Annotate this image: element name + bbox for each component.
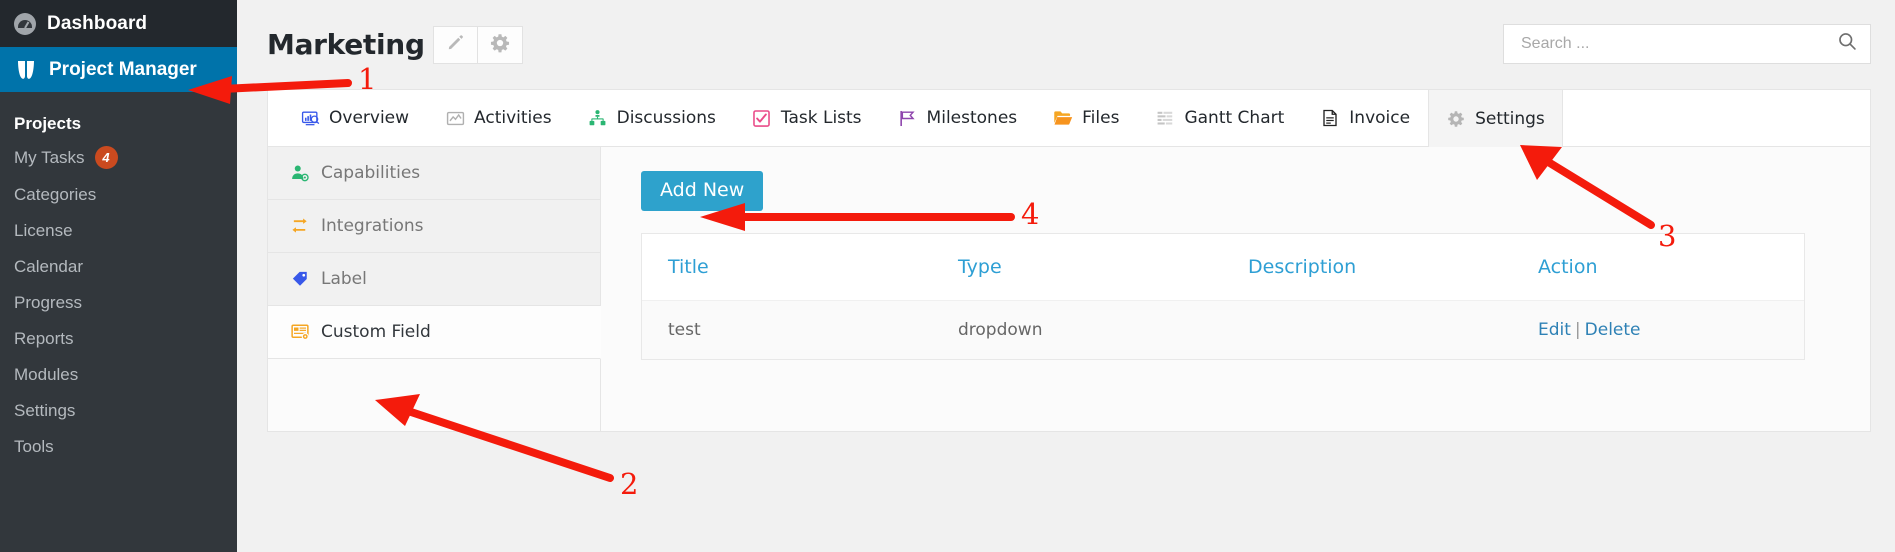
sidebar-item-project-manager-label: Project Manager (49, 58, 197, 80)
pencil-icon (446, 33, 465, 57)
sidebar-item-tools[interactable]: Tools (0, 429, 237, 465)
sidebar-item-progress[interactable]: Progress (0, 285, 237, 321)
gantt-bars-icon (1155, 108, 1175, 128)
sidebar-item-label: Categories (14, 185, 97, 204)
subnav-item-label[interactable]: Label (268, 253, 600, 306)
column-header-description[interactable]: Description (1222, 233, 1512, 301)
subnav-item-custom-field[interactable]: Custom Field (268, 306, 601, 359)
sidebar-item-calendar[interactable]: Calendar (0, 249, 237, 285)
cell-description (1222, 300, 1512, 359)
edit-link[interactable]: Edit (1538, 320, 1571, 340)
gear-icon (1446, 109, 1466, 129)
tab-settings[interactable]: Settings (1428, 89, 1563, 148)
tab-gantt-chart[interactable]: Gantt Chart (1137, 89, 1302, 147)
edit-project-button[interactable] (433, 26, 478, 64)
sync-arrows-icon (290, 216, 310, 236)
sidebar-item-label: Tools (14, 437, 54, 456)
custom-field-content: Add New Title Type Description Action te… (601, 147, 1870, 431)
sidebar-item-my-tasks[interactable]: My Tasks 4 (0, 138, 237, 177)
sidebar-item-label: Reports (14, 329, 74, 348)
custom-fields-table-card: Title Type Description Action test dropd… (641, 232, 1805, 360)
tab-label: Invoice (1349, 108, 1411, 128)
tab-activities[interactable]: Activities (427, 89, 570, 147)
page-title: Marketing (267, 28, 425, 61)
sidebar-item-dashboard[interactable]: Dashboard (0, 0, 237, 47)
project-tabs: Overview Activities Discussions Task Lis… (267, 89, 1871, 148)
cell-type: dropdown (932, 300, 1222, 359)
tab-files[interactable]: Files (1035, 89, 1137, 147)
tab-label: Files (1082, 108, 1120, 128)
tab-label: Gantt Chart (1184, 108, 1285, 128)
tag-icon (290, 269, 310, 289)
tab-label: Task Lists (780, 108, 862, 128)
sidebar-item-dashboard-label: Dashboard (47, 12, 148, 34)
cell-title: test (642, 300, 932, 359)
subnav-item-label: Custom Field (321, 322, 431, 342)
subnav-item-label: Label (321, 269, 367, 289)
table-row: test dropdown Edit | Delete (642, 300, 1804, 359)
search-box[interactable] (1503, 24, 1871, 64)
tab-overview[interactable]: Overview (282, 89, 427, 147)
wp-admin-sidebar: Dashboard Project Manager Projects My Ta… (0, 0, 237, 552)
project-manager-icon (14, 58, 38, 82)
custom-field-icon (290, 322, 310, 342)
tab-label: Activities (474, 108, 552, 128)
settings-body: Capabilities Integrations Label Custom F… (267, 147, 1871, 432)
subnav-item-label: Integrations (321, 216, 424, 236)
subnav-item-label: Capabilities (321, 163, 421, 183)
add-new-button[interactable]: Add New (641, 171, 764, 211)
tab-label: Overview (329, 108, 410, 128)
checkbox-icon (752, 108, 772, 128)
tab-invoice[interactable]: Invoice (1302, 89, 1428, 147)
column-header-action[interactable]: Action (1512, 233, 1804, 301)
page-header: Marketing (237, 0, 1895, 85)
sidebar-item-label: Calendar (14, 257, 83, 276)
tab-milestones[interactable]: Milestones (880, 89, 1036, 147)
subnav-item-integrations[interactable]: Integrations (268, 200, 600, 253)
search-icon[interactable] (1837, 31, 1858, 57)
sidebar-item-modules[interactable]: Modules (0, 357, 237, 393)
chart-monitor-icon (300, 108, 320, 128)
users-group-icon (588, 108, 608, 128)
sidebar-item-label: My Tasks (14, 147, 85, 167)
user-cog-icon (290, 163, 310, 183)
sidebar-item-categories[interactable]: Categories (0, 177, 237, 213)
column-header-title[interactable]: Title (642, 233, 932, 301)
cell-action: Edit | Delete (1512, 300, 1804, 359)
tab-discussions[interactable]: Discussions (570, 89, 734, 147)
tab-label: Milestones (926, 108, 1018, 128)
sidebar-item-label: Progress (14, 293, 83, 312)
settings-subnav: Capabilities Integrations Label Custom F… (268, 147, 601, 431)
sidebar-item-project-manager[interactable]: Project Manager (0, 47, 237, 92)
tab-label: Discussions (616, 108, 716, 128)
subnav-item-capabilities[interactable]: Capabilities (268, 147, 600, 200)
sidebar-item-label: Modules (14, 365, 79, 384)
gear-icon (490, 33, 510, 58)
dashboard-icon (14, 12, 36, 35)
action-separator: | (1574, 319, 1581, 340)
sidebar-item-label: License (14, 221, 73, 240)
tab-label: Settings (1475, 108, 1545, 129)
column-header-type[interactable]: Type (932, 233, 1222, 301)
sidebar-item-label: Settings (14, 401, 76, 420)
app-root: Dashboard Project Manager Projects My Ta… (0, 0, 1895, 552)
folder-open-icon (1053, 108, 1073, 128)
sidebar-item-license[interactable]: License (0, 213, 237, 249)
sidebar-item-settings[interactable]: Settings (0, 393, 237, 429)
table-header-row: Title Type Description Action (642, 233, 1804, 301)
sidebar-item-reports[interactable]: Reports (0, 321, 237, 357)
sidebar-section-projects: Projects (14, 114, 82, 133)
project-settings-button[interactable] (478, 26, 523, 64)
flag-icon (898, 108, 918, 128)
my-tasks-count-badge: 4 (94, 146, 118, 169)
header-action-buttons (433, 26, 523, 64)
invoice-doc-icon (1320, 108, 1340, 128)
activity-image-icon (445, 108, 465, 128)
delete-link[interactable]: Delete (1585, 320, 1641, 340)
custom-fields-table: Title Type Description Action test dropd… (642, 233, 1804, 359)
search-input[interactable] (1519, 34, 1837, 54)
tab-task-lists[interactable]: Task Lists (734, 89, 880, 147)
main-area: Marketing Search ... Overview Activities… (237, 0, 1895, 552)
